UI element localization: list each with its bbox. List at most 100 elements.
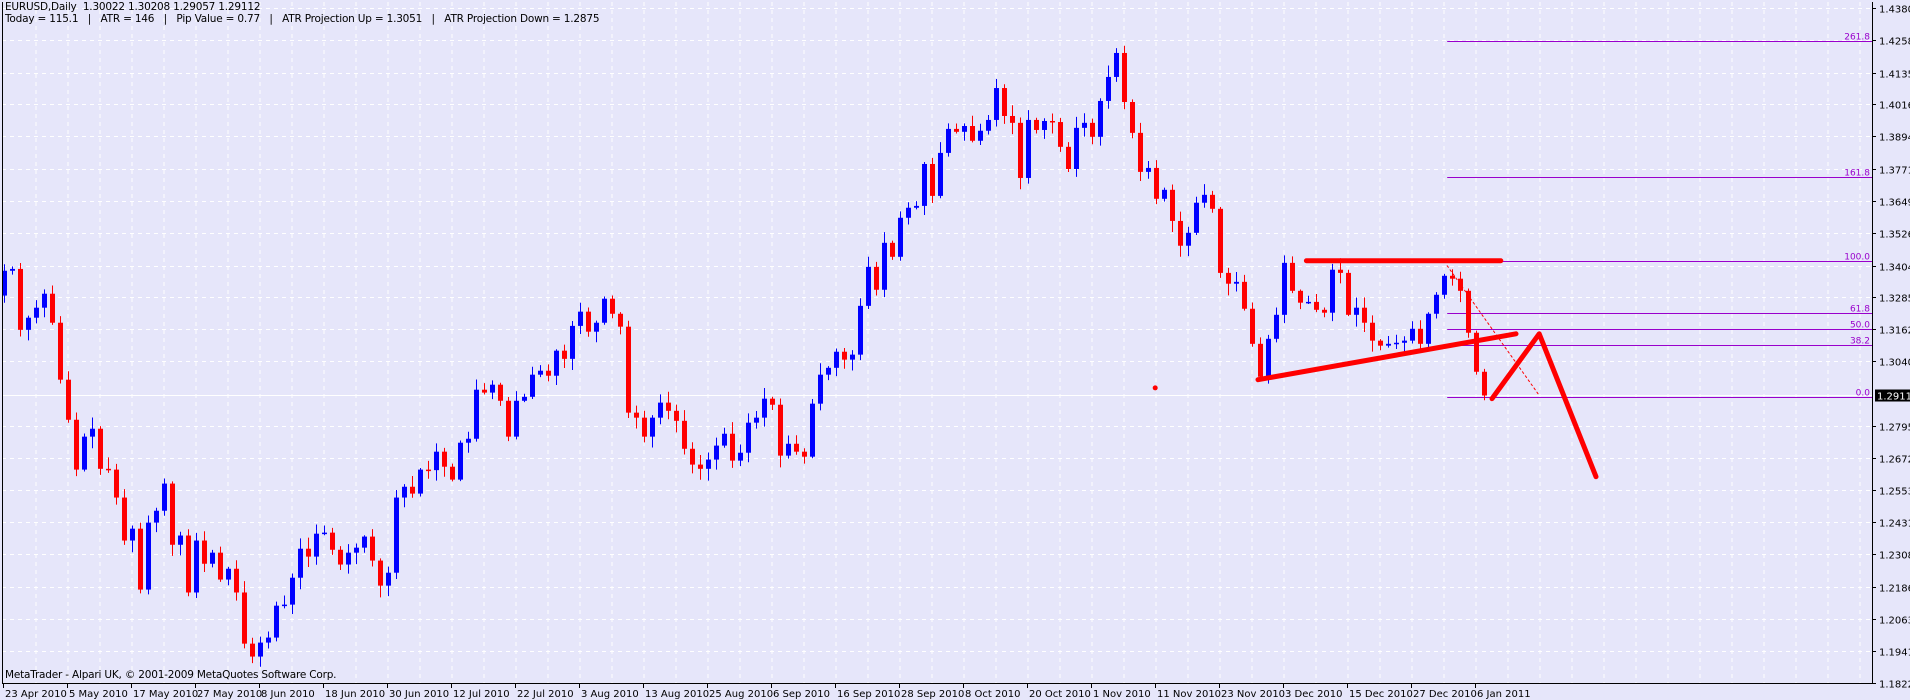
candle-body[interactable] xyxy=(458,442,463,480)
candle-body[interactable] xyxy=(858,305,863,355)
candle-body[interactable] xyxy=(1442,275,1447,295)
candle-body[interactable] xyxy=(874,266,879,290)
candle-body[interactable] xyxy=(818,374,823,404)
candle-body[interactable] xyxy=(722,433,727,446)
candle-body[interactable] xyxy=(1202,194,1207,203)
candle-body[interactable] xyxy=(1346,272,1351,315)
candle-body[interactable] xyxy=(762,398,767,418)
candle-body[interactable] xyxy=(1402,340,1407,343)
candle-body[interactable] xyxy=(354,547,359,553)
candle-body[interactable] xyxy=(138,528,143,590)
candle-body[interactable] xyxy=(178,535,183,545)
candle-body[interactable] xyxy=(1482,371,1487,396)
candle-body[interactable] xyxy=(842,351,847,360)
candle-body[interactable] xyxy=(450,466,455,480)
candle-body[interactable] xyxy=(34,307,39,318)
candle-body[interactable] xyxy=(186,535,191,593)
candle-body[interactable] xyxy=(1026,119,1031,178)
candle-body[interactable] xyxy=(290,577,295,605)
candle-body[interactable] xyxy=(898,217,903,257)
candle-body[interactable] xyxy=(338,549,343,565)
candle-body[interactable] xyxy=(954,128,959,132)
candle-body[interactable] xyxy=(1010,115,1015,123)
candle-body[interactable] xyxy=(610,298,615,314)
candle-body[interactable] xyxy=(1290,262,1295,291)
candle-body[interactable] xyxy=(50,293,55,323)
candle-body[interactable] xyxy=(1386,343,1391,346)
candle-body[interactable] xyxy=(1002,88,1007,116)
candle-body[interactable] xyxy=(746,422,751,453)
candle-body[interactable] xyxy=(522,396,527,401)
candle-body[interactable] xyxy=(10,268,15,271)
candle-body[interactable] xyxy=(1370,322,1375,341)
candle-body[interactable] xyxy=(642,417,647,437)
candle-body[interactable] xyxy=(106,468,111,471)
candle-body[interactable] xyxy=(154,510,159,523)
candle-body[interactable] xyxy=(1426,313,1431,344)
candle-body[interactable] xyxy=(1306,301,1311,304)
candle-body[interactable] xyxy=(562,350,567,359)
candle-body[interactable] xyxy=(1378,340,1383,346)
candle-body[interactable] xyxy=(1218,208,1223,273)
candle-body[interactable] xyxy=(714,445,719,460)
candle-body[interactable] xyxy=(930,163,935,196)
candle-body[interactable] xyxy=(906,207,911,218)
candle-body[interactable] xyxy=(1098,100,1103,137)
candle-body[interactable] xyxy=(602,298,607,323)
candle-body[interactable] xyxy=(1138,132,1143,172)
candle-body[interactable] xyxy=(242,592,247,644)
candle-body[interactable] xyxy=(1274,314,1279,339)
candle-body[interactable] xyxy=(1074,127,1079,169)
candle-body[interactable] xyxy=(378,560,383,586)
candle-body[interactable] xyxy=(330,532,335,550)
candle-body[interactable] xyxy=(1042,120,1047,130)
candle-body[interactable] xyxy=(474,389,479,439)
candle-body[interactable] xyxy=(26,317,31,330)
candle-body[interactable] xyxy=(578,311,583,326)
candle-body[interactable] xyxy=(1154,167,1159,199)
candle-body[interactable] xyxy=(690,448,695,465)
candle-body[interactable] xyxy=(914,205,919,208)
candle-body[interactable] xyxy=(1338,269,1343,273)
candle-body[interactable] xyxy=(1450,275,1455,279)
candle-body[interactable] xyxy=(1090,122,1095,137)
candle-body[interactable] xyxy=(234,568,239,593)
candle-body[interactable] xyxy=(1354,307,1359,315)
candle-body[interactable] xyxy=(810,403,815,457)
candle-body[interactable] xyxy=(1066,146,1071,169)
candle-body[interactable] xyxy=(114,469,119,498)
candle-body[interactable] xyxy=(1282,262,1287,315)
candle-body[interactable] xyxy=(418,469,423,494)
candle-body[interactable] xyxy=(698,464,703,469)
candle-body[interactable] xyxy=(938,152,943,196)
candle-body[interactable] xyxy=(946,128,951,153)
candle-body[interactable] xyxy=(402,486,407,498)
candle-body[interactable] xyxy=(1226,272,1231,284)
candle-body[interactable] xyxy=(778,404,783,456)
candle-body[interactable] xyxy=(18,268,23,330)
candle-body[interactable] xyxy=(738,452,743,461)
candle-body[interactable] xyxy=(58,322,63,380)
candle-body[interactable] xyxy=(826,367,831,375)
candle-body[interactable] xyxy=(370,536,375,561)
candle-body[interactable] xyxy=(770,398,775,405)
candle-body[interactable] xyxy=(218,552,223,580)
candle-body[interactable] xyxy=(194,540,199,593)
candle-body[interactable] xyxy=(634,412,639,418)
candle-body[interactable] xyxy=(1458,278,1463,291)
candle-body[interactable] xyxy=(554,350,559,376)
candle-body[interactable] xyxy=(1210,194,1215,209)
candle-body[interactable] xyxy=(42,293,47,308)
candle-body[interactable] xyxy=(1418,328,1423,344)
candle-body[interactable] xyxy=(1242,281,1247,309)
candle-body[interactable] xyxy=(538,370,543,375)
candle-body[interactable] xyxy=(514,400,519,437)
candle-body[interactable] xyxy=(890,242,895,257)
candle-body[interactable] xyxy=(962,126,967,132)
candle-body[interactable] xyxy=(994,88,999,120)
candle-body[interactable] xyxy=(410,486,415,494)
candle-body[interactable] xyxy=(1266,338,1271,377)
candle-body[interactable] xyxy=(346,552,351,565)
candle-body[interactable] xyxy=(122,497,127,541)
candle-body[interactable] xyxy=(1058,122,1063,147)
